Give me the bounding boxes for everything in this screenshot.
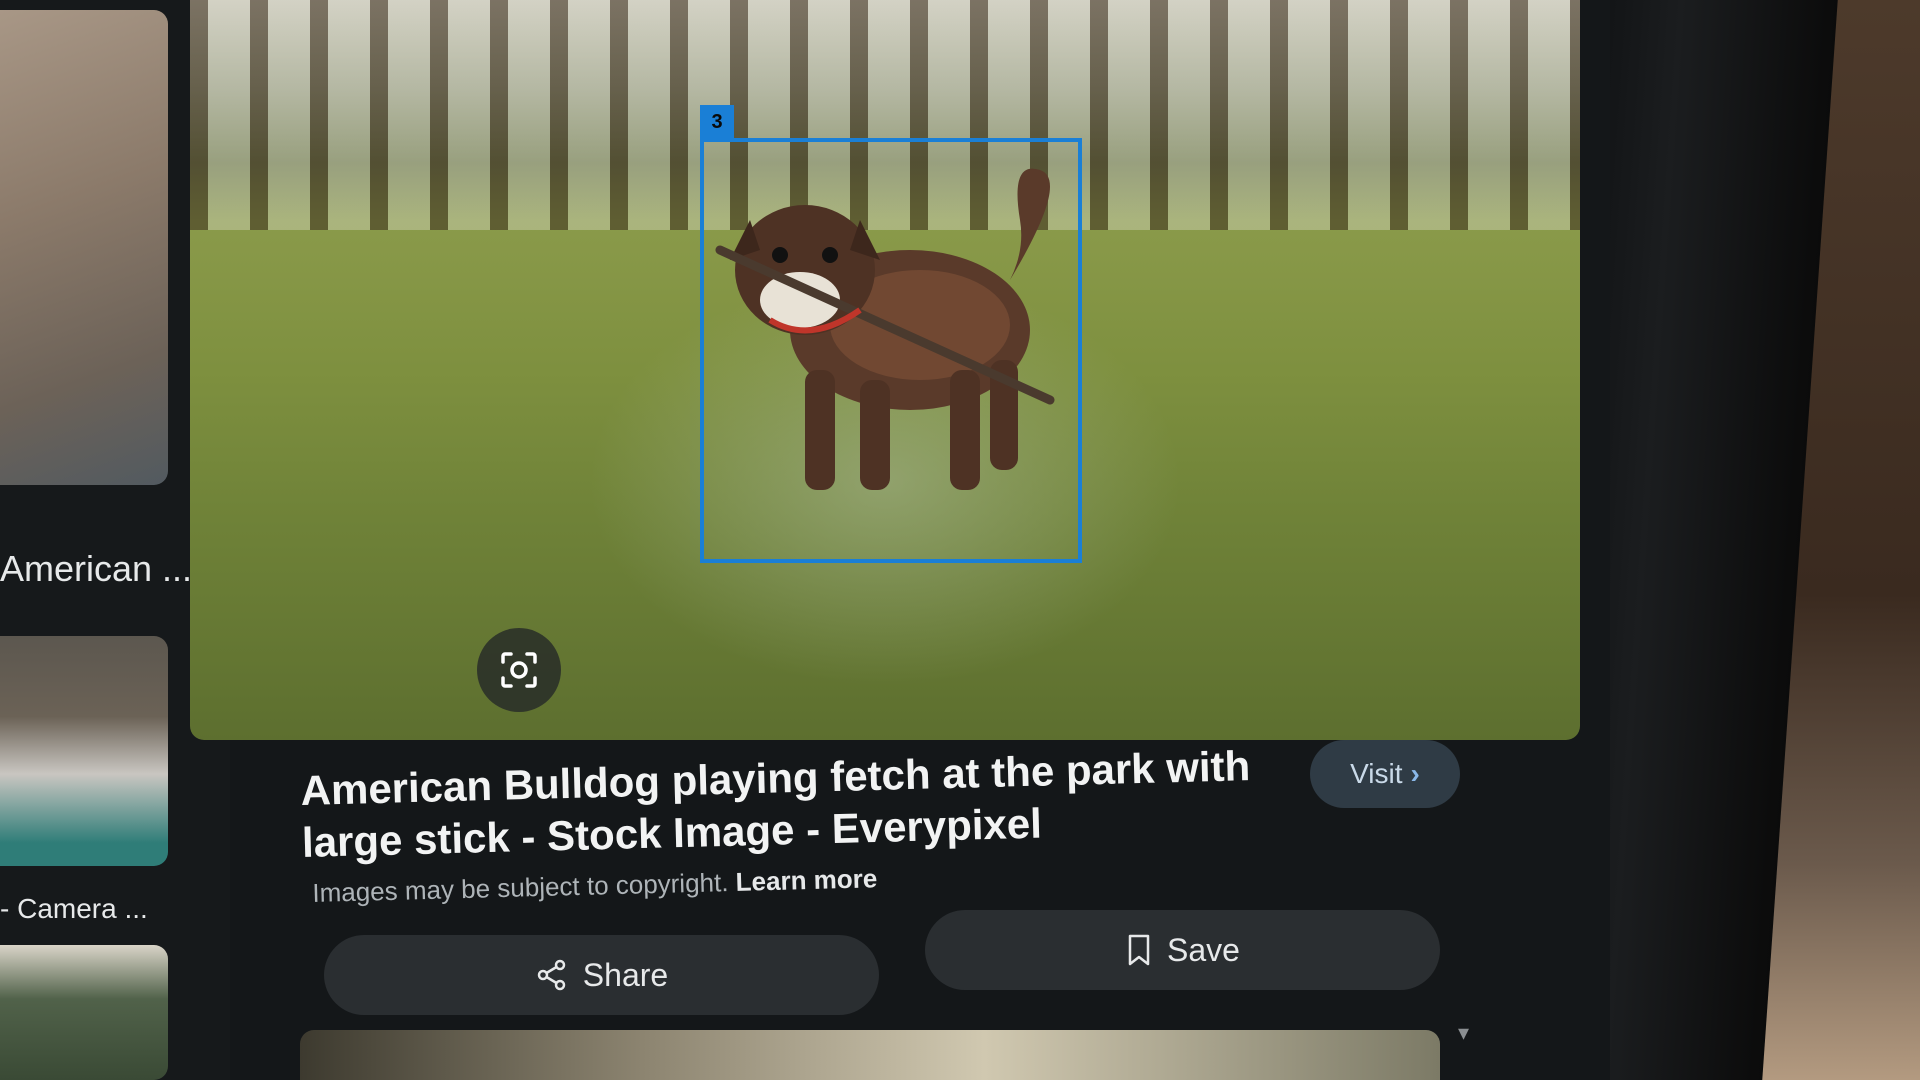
result-thumbnail[interactable]	[0, 10, 168, 485]
visit-button[interactable]: Visit ›	[1310, 740, 1460, 808]
result-thumbnail[interactable]	[0, 636, 168, 866]
image-info-panel: American Bulldog playing fetch at the pa…	[250, 740, 1490, 1080]
bookmark-icon	[1128, 934, 1150, 966]
save-button[interactable]: Save	[925, 910, 1440, 990]
learn-more-link[interactable]: Learn more	[735, 863, 877, 897]
save-label: Save	[1167, 931, 1240, 968]
chevron-right-icon: ›	[1410, 758, 1420, 789]
visit-label: Visit	[1350, 758, 1403, 789]
tablet-screen: American ... - Camera ... 3 American Bul…	[0, 0, 1610, 1080]
google-lens-icon	[501, 652, 537, 688]
result-caption[interactable]: American ...	[0, 548, 192, 590]
share-button[interactable]: Share	[324, 935, 879, 1015]
detection-tag: 3	[700, 105, 734, 139]
share-icon	[537, 959, 566, 991]
related-images-strip[interactable]	[300, 1030, 1440, 1080]
image-title[interactable]: American Bulldog playing fetch at the pa…	[300, 739, 1282, 869]
lens-button[interactable]	[477, 628, 561, 712]
copyright-notice: Images may be subject to copyright. Lear…	[312, 863, 878, 909]
share-label: Share	[582, 956, 669, 993]
object-detection-box[interactable]	[700, 138, 1082, 563]
result-caption[interactable]: - Camera ...	[0, 893, 148, 925]
chevron-down-icon[interactable]: ▾	[1458, 1020, 1469, 1046]
copyright-text: Images may be subject to copyright.	[312, 867, 729, 908]
result-thumbnail[interactable]	[0, 945, 168, 1080]
